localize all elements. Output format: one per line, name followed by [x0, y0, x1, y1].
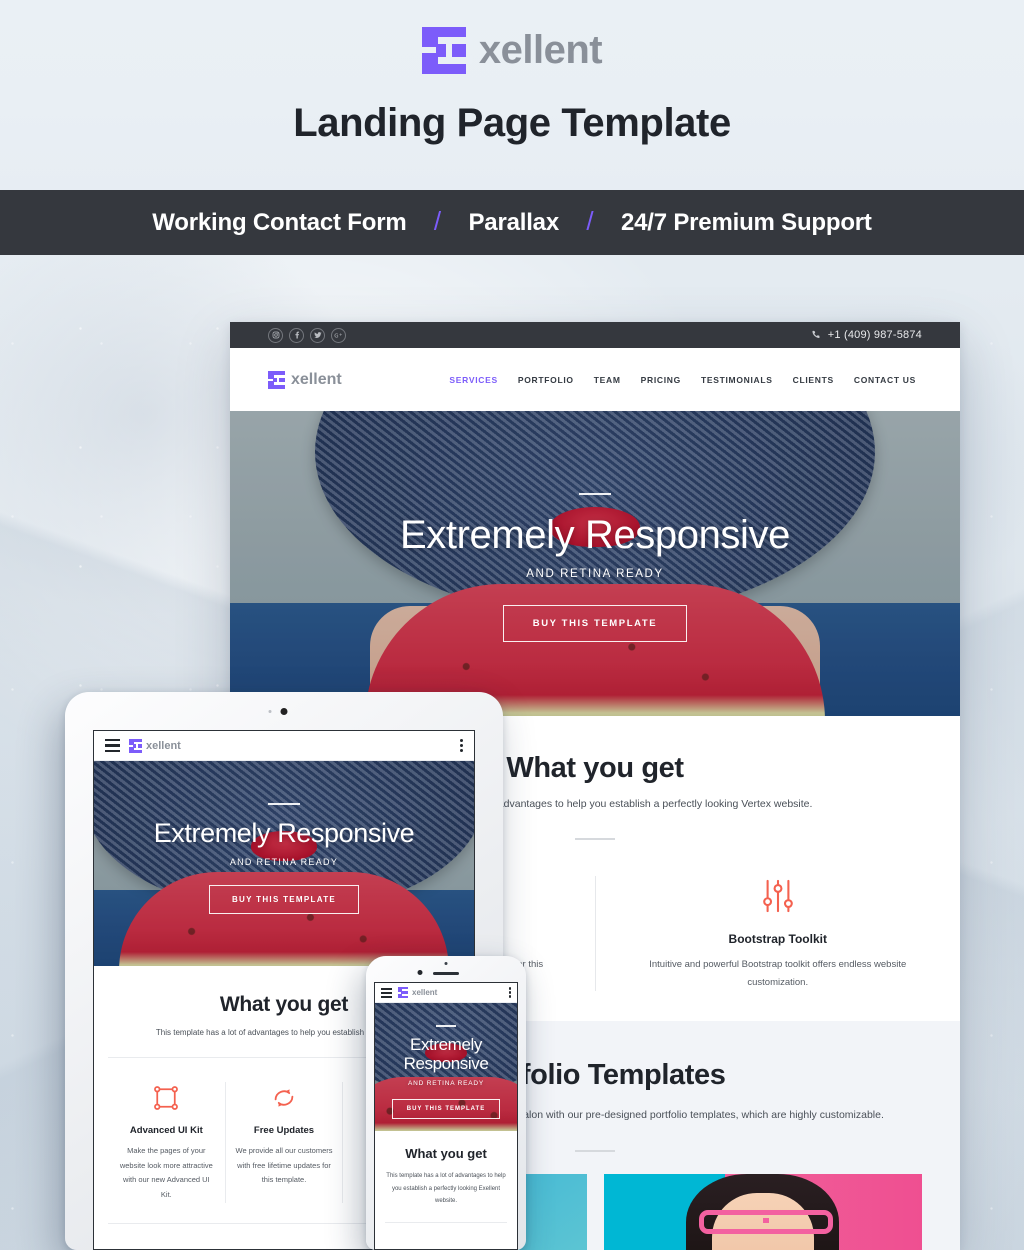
phone-number: +1 (409) 987-5874	[827, 329, 922, 341]
googleplus-icon[interactable]: G +	[331, 327, 346, 343]
section-divider	[575, 838, 615, 840]
hero-heading: Extremely Responsive	[400, 513, 790, 557]
phone-hero-heading-line1: Extremely	[410, 1035, 482, 1054]
phone-sensor-icon	[444, 962, 448, 965]
tablet-hero-section: Extremely Responsive AND RETINA READY BU…	[94, 761, 474, 966]
feature-title: Advanced UI Kit	[129, 1125, 203, 1136]
tablet-navbar: xellent	[94, 731, 474, 761]
hero-divider	[268, 803, 300, 805]
desktop-topbar: G + +1 (409) 987-5874	[230, 322, 960, 348]
phone-navbar-logo[interactable]: xellent	[398, 987, 437, 998]
desktop-navbar: xellent SERVICES PORTFOLIO TEAM PRICING …	[230, 348, 960, 411]
buy-this-template-button[interactable]: BUY THIS TEMPLATE	[391, 1099, 501, 1120]
nav-item-clients[interactable]: CLIENTS	[793, 375, 834, 385]
feature-bar: Working Contact Form / Parallax / 24/7 P…	[0, 190, 1024, 255]
nav-item-contact-us[interactable]: CONTACT US	[854, 375, 916, 385]
phone-what-you-get-paragraph: This template has a lot of advantages to…	[386, 1173, 506, 1205]
ui-kit-icon	[117, 1082, 216, 1114]
nav-item-team[interactable]: TEAM	[594, 375, 621, 385]
feature-card-free-updates: Free Updates We provide all our customer…	[224, 1082, 343, 1203]
social-links: G +	[268, 327, 346, 343]
refresh-icon	[235, 1082, 334, 1114]
phone-hero-subheading: AND RETINA READY	[407, 1080, 484, 1088]
page-title: Landing Page Template	[293, 101, 731, 145]
feature-description: We provide all our customers with free l…	[235, 1146, 333, 1185]
feature-separator-icon: /	[586, 206, 594, 236]
hamburger-icon[interactable]	[105, 738, 120, 753]
phone-what-you-get-heading: What you get	[405, 1146, 487, 1161]
phone-contact[interactable]: +1 (409) 987-5874	[811, 329, 922, 341]
buy-this-template-button[interactable]: BUY THIS TEMPLATE	[208, 885, 360, 914]
phone-hero-section: Extremely Responsive AND RETINA READY BU…	[375, 1003, 517, 1131]
twitter-icon[interactable]	[310, 327, 325, 343]
kebab-menu-icon[interactable]	[508, 987, 511, 998]
navbar-logo[interactable]: xellent	[268, 370, 342, 389]
nav-item-testimonials[interactable]: TESTIMONIALS	[701, 375, 773, 385]
feature-description: Intuitive and powerful Bootstrap toolkit…	[649, 959, 907, 988]
feature-card-bootstrap-toolkit: Bootstrap Toolkit Intuitive and powerful…	[594, 876, 961, 992]
hero-divider	[436, 1025, 456, 1027]
feature-item-parallax: Parallax	[468, 208, 560, 236]
navbar-logo-text: xellent	[291, 370, 342, 388]
brand-logo: xellent	[0, 0, 1024, 74]
sliders-icon	[632, 876, 925, 916]
hero-content: Extremely Responsive AND RETINA READY BU…	[230, 411, 960, 716]
hero-section: Extremely Responsive AND RETINA READY BU…	[230, 411, 960, 716]
tablet-navbar-logo[interactable]: xellent	[129, 738, 181, 753]
hero-divider	[579, 493, 611, 495]
exellent-logo-mark	[421, 27, 472, 74]
phone-what-you-get-section: What you get This template has a lot of …	[375, 1131, 517, 1223]
tablet-hero-subheading: AND RETINA READY	[229, 857, 339, 867]
portfolio-card-glasses[interactable]	[603, 1174, 922, 1250]
header: xellent Landing Page Template	[0, 0, 1024, 190]
brand-logo-text: xellent	[478, 28, 603, 72]
feature-separator-icon: /	[433, 206, 442, 236]
primary-navigation: SERVICES PORTFOLIO TEAM PRICING TESTIMON…	[449, 375, 916, 385]
buy-this-template-button[interactable]: BUY THIS TEMPLATE	[502, 605, 688, 642]
feature-title: Bootstrap Toolkit	[728, 932, 827, 946]
svg-text:G: G	[334, 333, 338, 339]
exellent-logo-mark	[398, 987, 409, 998]
hero-subheading: AND RETINA READY	[526, 568, 664, 580]
nav-item-services[interactable]: SERVICES	[449, 375, 497, 385]
section-divider	[385, 1221, 507, 1223]
feature-item-support: 24/7 Premium Support	[620, 208, 872, 236]
kebab-menu-icon[interactable]	[460, 739, 463, 752]
tablet-navbar-logo-text: xellent	[146, 739, 181, 752]
phone-icon	[811, 330, 821, 340]
facebook-icon[interactable]	[289, 327, 304, 343]
phone-navbar-logo-text: xellent	[412, 988, 438, 997]
phone-screen: xellent Extremely Responsive AND RETINA …	[374, 982, 518, 1250]
tablet-hero-heading: Extremely Responsive	[153, 818, 415, 848]
tablet-camera-icon	[268, 708, 288, 715]
feature-card-advanced-ui-kit: Advanced UI Kit Make the pages of your w…	[108, 1082, 225, 1203]
svg-text:+: +	[339, 332, 342, 337]
nav-item-pricing[interactable]: PRICING	[641, 375, 681, 385]
hamburger-icon[interactable]	[381, 987, 392, 998]
phone-camera-icon	[417, 970, 423, 975]
feature-description: Make the pages of your website look more…	[119, 1146, 213, 1199]
exellent-logo-mark	[268, 370, 287, 389]
feature-item-contact-form: Working Contact Form	[152, 208, 407, 236]
tablet-hero-content: Extremely Responsive AND RETINA READY BU…	[94, 761, 474, 966]
nav-item-portfolio[interactable]: PORTFOLIO	[518, 375, 574, 385]
phone-speaker-grill	[433, 972, 459, 975]
phone-hero-content: Extremely Responsive AND RETINA READY BU…	[375, 1003, 517, 1131]
exellent-logo-mark	[129, 738, 143, 753]
feature-title: Free Updates	[253, 1125, 315, 1136]
phone-mockup: xellent Extremely Responsive AND RETINA …	[366, 956, 526, 1250]
instagram-icon[interactable]	[268, 327, 283, 343]
phone-navbar: xellent	[375, 983, 517, 1003]
phone-hero-heading-line2: Responsive	[403, 1054, 489, 1074]
